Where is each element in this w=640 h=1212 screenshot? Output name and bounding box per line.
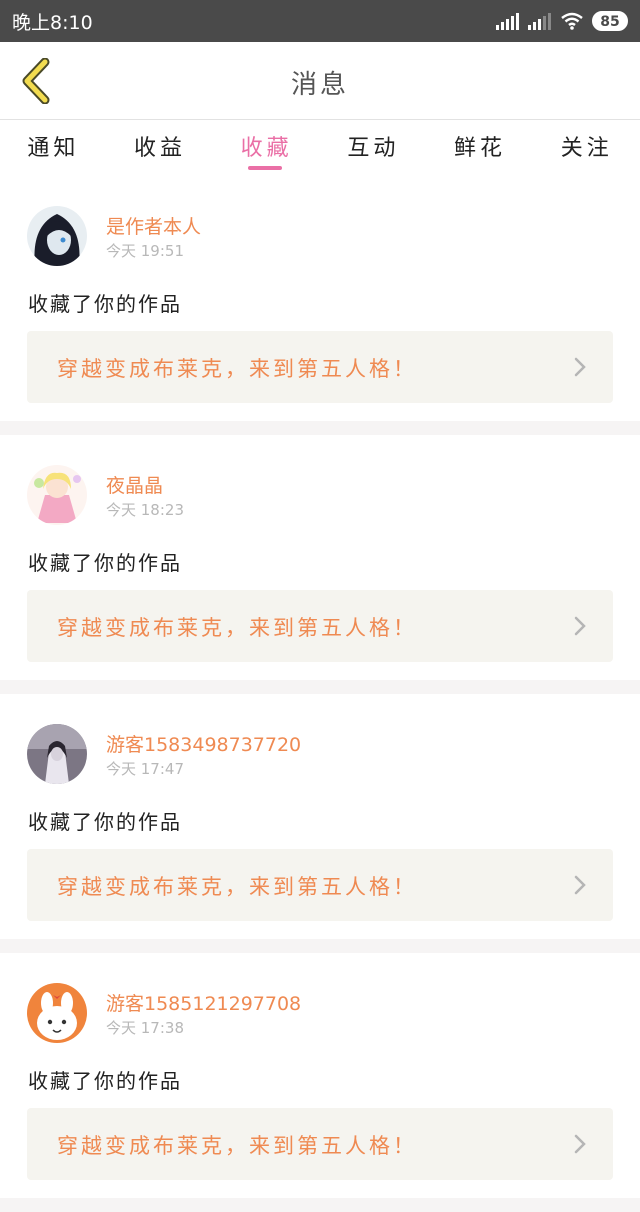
action-text: 收藏了你的作品 bbox=[28, 1069, 182, 1093]
action-text: 收藏了你的作品 bbox=[28, 292, 182, 316]
work-title: 穿越变成布莱克，来到第五人格！ bbox=[57, 357, 417, 381]
avatar[interactable] bbox=[27, 465, 87, 525]
avatar-dark-hair-icon bbox=[27, 206, 87, 266]
avatar[interactable] bbox=[27, 724, 87, 784]
avatar-ghost-girl-icon bbox=[27, 724, 87, 784]
work-title: 穿越变成布莱克，来到第五人格！ bbox=[57, 616, 417, 640]
action-text: 收藏了你的作品 bbox=[28, 810, 182, 834]
tab-bar: 通知 收益 收藏 互动 鲜花 关注 bbox=[0, 120, 640, 176]
avatar[interactable] bbox=[27, 983, 87, 1043]
message-list: 是作者本人 今天 19:51 收藏了你的作品 穿越变成布莱克，来到第五人格！ 夜… bbox=[0, 176, 640, 1212]
work-title: 穿越变成布莱克，来到第五人格！ bbox=[57, 1134, 417, 1158]
tab-favorites[interactable]: 收藏 bbox=[213, 120, 320, 176]
signal-2-icon bbox=[528, 13, 551, 30]
message-card: 是作者本人 今天 19:51 收藏了你的作品 穿越变成布莱克，来到第五人格！ bbox=[0, 176, 640, 421]
tab-interactions[interactable]: 互动 bbox=[320, 120, 427, 176]
status-time: 晚上8:10 bbox=[12, 11, 93, 34]
work-link[interactable]: 穿越变成布莱克，来到第五人格！ bbox=[27, 331, 613, 403]
chevron-right-icon bbox=[574, 616, 586, 636]
work-title: 穿越变成布莱克，来到第五人格！ bbox=[57, 875, 417, 899]
status-icons: 85 bbox=[496, 11, 628, 31]
battery-indicator: 85 bbox=[592, 11, 628, 31]
username[interactable]: 夜晶晶 bbox=[106, 471, 163, 498]
timestamp: 今天 18:23 bbox=[106, 501, 184, 519]
tab-notifications[interactable]: 通知 bbox=[0, 120, 107, 176]
avatar-pink-princess-icon bbox=[27, 465, 87, 525]
work-link[interactable]: 穿越变成布莱克，来到第五人格！ bbox=[27, 849, 613, 921]
username[interactable]: 游客1583498737720 bbox=[106, 730, 301, 757]
timestamp: 今天 17:47 bbox=[106, 760, 184, 778]
chevron-right-icon bbox=[574, 357, 586, 377]
username[interactable]: 游客1585121297708 bbox=[106, 989, 301, 1016]
work-link[interactable]: 穿越变成布莱克，来到第五人格！ bbox=[27, 590, 613, 662]
action-text: 收藏了你的作品 bbox=[28, 551, 182, 575]
tab-flowers[interactable]: 鲜花 bbox=[427, 120, 534, 176]
avatar-bunny-icon bbox=[27, 983, 87, 1043]
page-title: 消息 bbox=[290, 70, 349, 100]
signal-icon bbox=[496, 13, 519, 30]
message-card: 游客1585121297708 今天 17:38 收藏了你的作品 穿越变成布莱克… bbox=[0, 953, 640, 1198]
chevron-right-icon bbox=[574, 875, 586, 895]
tab-earnings[interactable]: 收益 bbox=[107, 120, 214, 176]
tab-following[interactable]: 关注 bbox=[533, 120, 640, 176]
wifi-icon bbox=[561, 12, 583, 30]
top-nav: 消息 bbox=[0, 42, 640, 120]
message-card: 游客1583498737720 今天 17:47 收藏了你的作品 穿越变成布莱克… bbox=[0, 694, 640, 939]
timestamp: 今天 19:51 bbox=[106, 242, 184, 260]
timestamp: 今天 17:38 bbox=[106, 1019, 184, 1037]
username[interactable]: 是作者本人 bbox=[106, 212, 201, 239]
status-bar: 晚上8:10 85 bbox=[0, 0, 640, 42]
message-card: 夜晶晶 今天 18:23 收藏了你的作品 穿越变成布莱克，来到第五人格！ bbox=[0, 435, 640, 680]
chevron-right-icon bbox=[574, 1134, 586, 1154]
avatar[interactable] bbox=[27, 206, 87, 266]
work-link[interactable]: 穿越变成布莱克，来到第五人格！ bbox=[27, 1108, 613, 1180]
